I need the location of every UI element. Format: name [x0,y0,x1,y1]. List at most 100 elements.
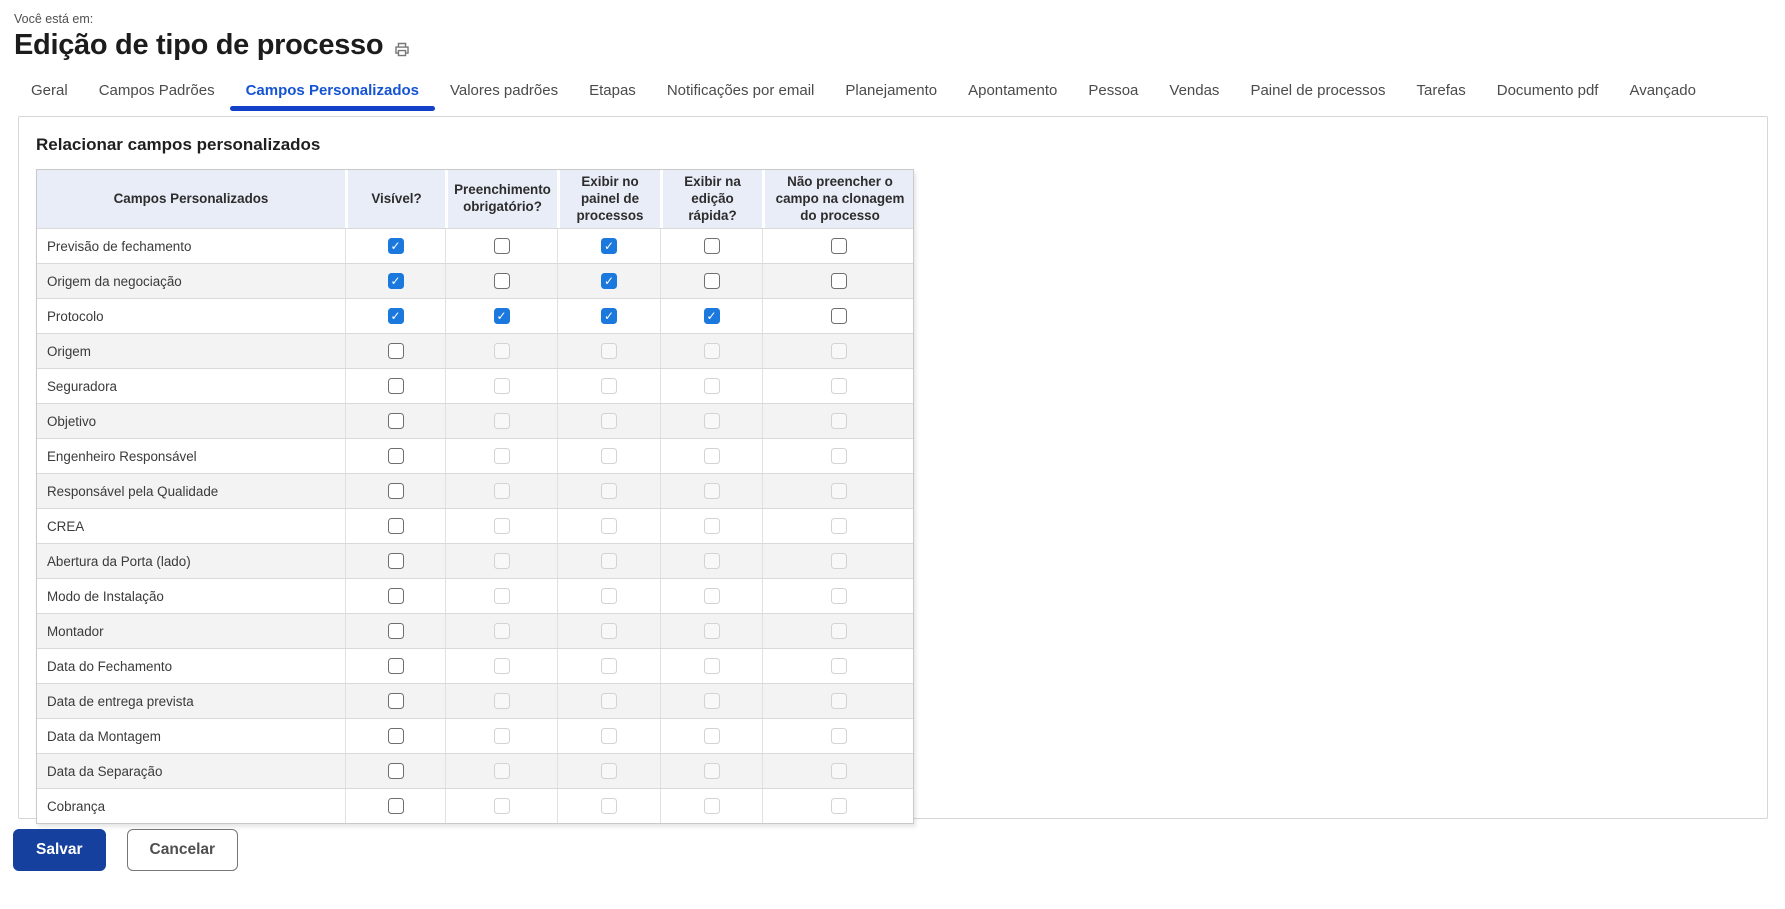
table-row-abertura-da-porta-lado: Abertura da Porta (lado) [37,543,913,579]
checkbox-nao-preencher-o-campo-na-clonagem-do-processo [831,623,847,640]
cell [660,719,762,754]
cell [345,369,445,404]
checkbox-preenchimento-obrigatorio[interactable]: ✓ [493,308,510,325]
table-body: Previsão de fechamento ✓ ✓ Origem da negoci… [37,228,915,824]
cell [557,789,660,824]
checkbox-exibir-na-edicao-rapida[interactable] [703,273,720,290]
tab-valores-padroes[interactable]: Valores padrões [450,82,558,111]
cell [345,579,445,614]
tab-planejamento[interactable]: Planejamento [845,82,937,111]
cell [445,754,557,789]
cell [660,544,762,579]
checkbox-exibir-na-edicao-rapida[interactable]: ✓ [703,308,720,325]
cell [660,229,762,264]
cell [762,649,915,684]
breadcrumb: Você está em: [14,12,94,26]
checkbox-visivel[interactable] [387,343,404,360]
checkbox-visivel[interactable] [387,518,404,535]
tab-apontamento[interactable]: Apontamento [968,82,1057,111]
checkbox-exibir-na-edicao-rapida[interactable] [703,238,720,255]
table-row-origem: Origem [37,333,913,369]
checkbox-exibir-no-painel-de-processos [601,343,617,360]
checkbox-visivel[interactable] [387,378,404,395]
checkbox-visivel[interactable] [387,448,404,465]
section-heading: Relacionar campos personalizados [36,135,321,154]
checkbox-visivel[interactable]: ✓ [387,238,404,255]
checkbox-nao-preencher-o-campo-na-clonagem-do-processo[interactable] [831,273,847,290]
checkbox-preenchimento-obrigatorio [493,658,510,675]
tab-etapas[interactable]: Etapas [589,82,636,111]
cell [345,684,445,719]
checkbox-visivel[interactable] [387,728,404,745]
checkbox-exibir-no-painel-de-processos [601,763,617,780]
tab-pessoa[interactable]: Pessoa [1088,82,1138,111]
checkbox-visivel[interactable]: ✓ [387,308,404,325]
field-label: Data de entrega prevista [47,693,194,709]
checkbox-nao-preencher-o-campo-na-clonagem-do-processo [831,798,847,815]
checkbox-exibir-no-painel-de-processos[interactable]: ✓ [601,308,617,325]
save-button[interactable]: Salvar [13,829,106,871]
checkbox-preenchimento-obrigatorio[interactable] [493,238,510,255]
checkbox-visivel[interactable] [387,623,404,640]
checkbox-exibir-no-painel-de-processos [601,448,617,465]
column-header-campos-personalizados: Campos Personalizados [113,190,269,206]
cell [762,439,915,474]
checkbox-nao-preencher-o-campo-na-clonagem-do-processo [831,413,847,430]
checkbox-visivel[interactable]: ✓ [387,273,404,290]
checkbox-exibir-no-painel-de-processos [601,798,617,815]
checkbox-visivel[interactable] [387,693,404,710]
cell [660,264,762,299]
field-label: Origem da negociação [47,273,182,289]
tab-documento-pdf[interactable]: Documento pdf [1497,82,1599,111]
checkbox-visivel[interactable] [387,763,404,780]
field-label: Data da Montagem [47,728,161,744]
checkbox-visivel[interactable] [387,798,404,815]
cell [345,474,445,509]
cell [762,719,915,754]
cell [557,474,660,509]
cell [445,439,557,474]
checkbox-nao-preencher-o-campo-na-clonagem-do-processo[interactable] [831,238,847,255]
cell [445,474,557,509]
tab-campos-personalizados[interactable]: Campos Personalizados [229,82,436,111]
checkbox-visivel[interactable] [387,553,404,570]
field-label: Abertura da Porta (lado) [47,553,191,569]
printer-icon[interactable] [393,41,411,58]
cell [557,369,660,404]
checkbox-exibir-na-edicao-rapida [703,448,720,465]
cell: ✓ [345,264,445,299]
checkbox-preenchimento-obrigatorio[interactable] [493,273,510,290]
checkbox-exibir-na-edicao-rapida [703,798,720,815]
tab-campos-padroes[interactable]: Campos Padrões [99,82,215,111]
tab-vendas[interactable]: Vendas [1169,82,1219,111]
checkbox-visivel[interactable] [387,658,404,675]
cell: ✓ [345,229,445,264]
cell [557,684,660,719]
checkbox-exibir-na-edicao-rapida [703,693,720,710]
checkbox-visivel[interactable] [387,588,404,605]
cell [445,264,557,299]
field-label: Origem [47,343,91,359]
cancel-button[interactable]: Cancelar [126,829,239,871]
checkbox-visivel[interactable] [387,413,404,430]
field-label: Data da Separação [47,763,163,779]
cell [445,229,557,264]
checkbox-visivel[interactable] [387,483,404,500]
checkbox-exibir-no-painel-de-processos[interactable]: ✓ [601,238,617,255]
tab-painel-de-processos[interactable]: Painel de processos [1250,82,1385,111]
cell [445,614,557,649]
tab-avancado[interactable]: Avançado [1629,82,1695,111]
checkbox-nao-preencher-o-campo-na-clonagem-do-processo[interactable] [831,308,847,325]
field-label: Responsável pela Qualidade [47,483,219,499]
checkbox-exibir-na-edicao-rapida [703,623,720,640]
field-label: Objetivo [47,413,97,429]
checkbox-preenchimento-obrigatorio [493,518,510,535]
cell [762,264,915,299]
checkbox-exibir-no-painel-de-processos[interactable]: ✓ [601,273,617,290]
cell [445,509,557,544]
cell: ✓ [557,299,660,334]
tab-notificacoes-por-email[interactable]: Notificações por email [667,82,815,111]
table-row-origem-da-negociacao: Origem da negociação ✓ ✓ [37,263,915,299]
tab-geral[interactable]: Geral [31,82,68,111]
tab-tarefas[interactable]: Tarefas [1417,82,1466,111]
